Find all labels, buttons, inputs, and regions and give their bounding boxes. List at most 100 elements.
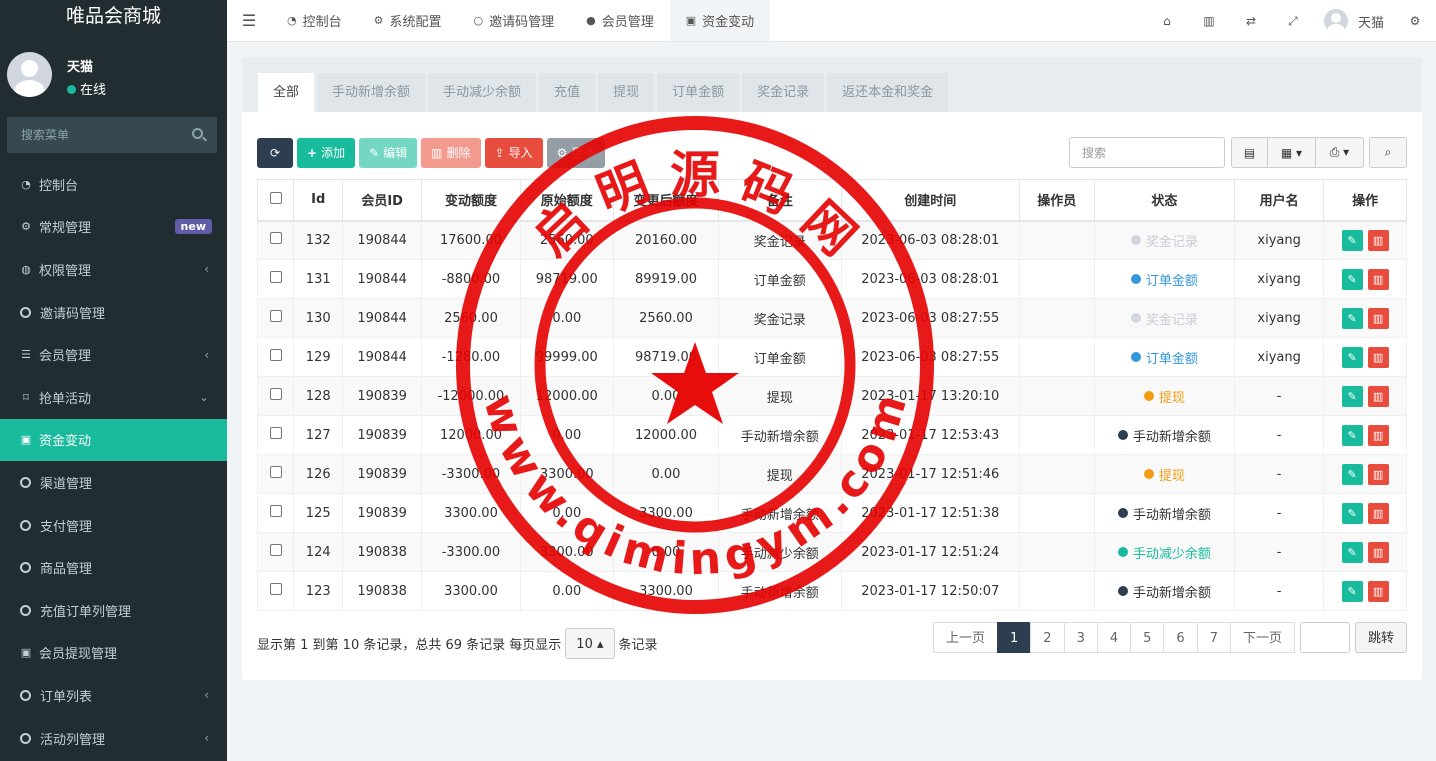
row-checkbox[interactable] bbox=[269, 232, 282, 245]
delete-row-icon[interactable]: ▥ bbox=[1367, 385, 1389, 407]
page-size-select[interactable]: 10 ▴ bbox=[565, 628, 615, 659]
delete-row-icon[interactable]: ▥ bbox=[1367, 268, 1389, 290]
status-label[interactable]: 手动新增余额 bbox=[1117, 426, 1211, 445]
edit-row-icon[interactable]: ✎ bbox=[1341, 268, 1363, 290]
status-label[interactable]: 手动新增余额 bbox=[1117, 582, 1211, 601]
sidebar-item-3[interactable]: 邀请码管理 bbox=[0, 291, 227, 334]
delete-row-icon[interactable]: ▥ bbox=[1367, 229, 1389, 251]
page-button-1[interactable]: 1 bbox=[997, 622, 1032, 653]
export-button[interactable]: ⎙ ▾ bbox=[1315, 137, 1364, 168]
row-checkbox[interactable] bbox=[269, 388, 282, 400]
navbar-user[interactable]: 天猫 bbox=[1314, 9, 1394, 33]
home-icon[interactable]: ⌂ bbox=[1146, 14, 1188, 29]
sidebar-item-11[interactable]: ▣ 会员提现管理 bbox=[0, 632, 227, 675]
filter-tab[interactable]: 手动减少余额 bbox=[428, 73, 537, 112]
fullscreen-icon[interactable]: ⤢ bbox=[1272, 14, 1314, 29]
prev-page-button[interactable]: 上一页 bbox=[932, 622, 998, 653]
edit-row-icon[interactable]: ✎ bbox=[1341, 580, 1363, 602]
page-button-5[interactable]: 5 bbox=[1130, 622, 1165, 653]
sidebar-item-10[interactable]: 充值订单列管理 bbox=[0, 589, 227, 632]
delete-row-icon[interactable]: ▥ bbox=[1367, 502, 1389, 524]
status-label[interactable]: 提现 bbox=[1143, 387, 1185, 406]
filter-tab[interactable]: 订单金额 bbox=[657, 73, 740, 112]
edit-row-icon[interactable]: ✎ bbox=[1341, 385, 1363, 407]
delete-row-icon[interactable]: ▥ bbox=[1367, 463, 1389, 485]
toggle-view-button[interactable]: ▤ bbox=[1231, 137, 1268, 168]
edit-row-icon[interactable]: ✎ bbox=[1341, 346, 1363, 368]
next-page-button[interactable]: 下一页 bbox=[1229, 622, 1295, 653]
sidebar-item-8[interactable]: 支付管理 bbox=[0, 504, 227, 547]
status-label[interactable]: 订单金额 bbox=[1130, 348, 1198, 367]
settings-icon[interactable]: ⚙ bbox=[1394, 14, 1436, 28]
sidebar-item-6[interactable]: ▣ 资金变动 bbox=[0, 418, 227, 462]
edit-row-icon[interactable]: ✎ bbox=[1341, 502, 1363, 524]
edit-button[interactable]: ✎ 编辑 bbox=[359, 138, 418, 168]
sidebar-item-4[interactable]: ☰ 会员管理 ‹ bbox=[0, 333, 227, 376]
status-label[interactable]: 手动减少余额 bbox=[1117, 543, 1211, 562]
import-button[interactable]: ⇪ 导入 bbox=[484, 138, 543, 168]
delete-button[interactable]: ▥ 删除 bbox=[421, 138, 481, 168]
delete-row-icon[interactable]: ▥ bbox=[1367, 307, 1389, 329]
status-label[interactable]: 订单金额 bbox=[1130, 270, 1198, 289]
page-button-6[interactable]: 6 bbox=[1163, 622, 1198, 653]
edit-row-icon[interactable]: ✎ bbox=[1341, 541, 1363, 563]
filter-tab[interactable]: 全部 bbox=[258, 73, 315, 112]
delete-row-icon[interactable]: ▥ bbox=[1367, 580, 1389, 602]
add-button[interactable]: + 添加 bbox=[297, 138, 356, 168]
filter-tab[interactable]: 返还本金和奖金 bbox=[827, 73, 949, 112]
status-label[interactable]: 奖金记录 bbox=[1130, 309, 1198, 328]
refresh-button[interactable]: ⟳ bbox=[257, 138, 293, 168]
row-checkbox[interactable] bbox=[269, 310, 282, 322]
filter-tab[interactable]: 奖金记录 bbox=[742, 73, 825, 112]
edit-row-icon[interactable]: ✎ bbox=[1341, 463, 1363, 485]
more-button[interactable]: ⚙ 更多 bbox=[546, 138, 606, 168]
columns-button[interactable]: ▦ ▾ bbox=[1267, 137, 1316, 168]
menu-search-input[interactable] bbox=[7, 117, 187, 153]
page-button-4[interactable]: 4 bbox=[1096, 622, 1132, 653]
page-button-2[interactable]: 2 bbox=[1030, 622, 1065, 653]
translate-icon[interactable]: ⇄ bbox=[1230, 14, 1272, 29]
row-checkbox[interactable] bbox=[269, 505, 282, 517]
table-search-input[interactable] bbox=[1069, 137, 1225, 168]
status-label[interactable]: 提现 bbox=[1143, 465, 1185, 484]
sidebar-item-7[interactable]: 渠道管理 bbox=[0, 461, 227, 504]
page-button-3[interactable]: 3 bbox=[1063, 622, 1098, 653]
nav-tab-1[interactable]: ⚙ 系统配置 bbox=[358, 0, 458, 41]
status-label[interactable]: 手动新增余额 bbox=[1117, 504, 1211, 523]
edit-row-icon[interactable]: ✎ bbox=[1341, 424, 1363, 446]
filter-tab[interactable]: 手动新增余额 bbox=[317, 73, 426, 112]
search-icon[interactable] bbox=[192, 128, 203, 139]
page-jump-button[interactable]: 跳转 bbox=[1354, 622, 1407, 653]
sidebar-item-2[interactable]: ◍ 权限管理 ‹ bbox=[0, 248, 227, 291]
page-button-7[interactable]: 7 bbox=[1196, 622, 1231, 653]
row-checkbox[interactable] bbox=[269, 271, 282, 283]
sidebar-toggle-icon[interactable]: ☰ bbox=[227, 0, 271, 41]
advanced-search-button[interactable]: ⌕ bbox=[1369, 137, 1407, 168]
sidebar-item-5[interactable]: ⌑ 抢单活动 ⌄ bbox=[0, 376, 227, 419]
delete-row-icon[interactable]: ▥ bbox=[1367, 541, 1389, 563]
sidebar-item-12[interactable]: 订单列表 ‹ bbox=[0, 674, 227, 717]
edit-row-icon[interactable]: ✎ bbox=[1341, 307, 1363, 329]
trash-icon[interactable]: ▥ bbox=[1188, 14, 1230, 29]
app-logo-title[interactable]: 唯品会商城 bbox=[0, 0, 227, 34]
sidebar-item-1[interactable]: ⚙ 常规管理 new bbox=[0, 206, 227, 249]
filter-tab[interactable]: 提现 bbox=[598, 73, 655, 112]
edit-row-icon[interactable]: ✎ bbox=[1341, 229, 1363, 251]
nav-tab-0[interactable]: ◔ 控制台 bbox=[271, 0, 358, 41]
sidebar-item-0[interactable]: ◔ 控制台 bbox=[0, 163, 227, 206]
filter-tab[interactable]: 充值 bbox=[539, 73, 596, 112]
nav-tab-2[interactable]: ○ 邀请码管理 bbox=[458, 0, 571, 41]
select-all-checkbox[interactable] bbox=[269, 191, 282, 204]
page-jump-input[interactable] bbox=[1299, 622, 1350, 653]
row-checkbox[interactable] bbox=[269, 466, 282, 478]
sidebar-item-9[interactable]: 商品管理 bbox=[0, 546, 227, 589]
delete-row-icon[interactable]: ▥ bbox=[1367, 424, 1389, 446]
row-checkbox[interactable] bbox=[269, 544, 282, 556]
status-label[interactable]: 奖金记录 bbox=[1130, 231, 1198, 250]
row-checkbox[interactable] bbox=[269, 427, 282, 439]
delete-row-icon[interactable]: ▥ bbox=[1367, 346, 1389, 368]
row-checkbox[interactable] bbox=[269, 349, 282, 361]
sidebar-item-13[interactable]: 活动列管理 ‹ bbox=[0, 717, 227, 760]
nav-tab-4[interactable]: ▣ 资金变动 bbox=[669, 0, 771, 41]
nav-tab-3[interactable]: ● 会员管理 bbox=[570, 0, 670, 41]
